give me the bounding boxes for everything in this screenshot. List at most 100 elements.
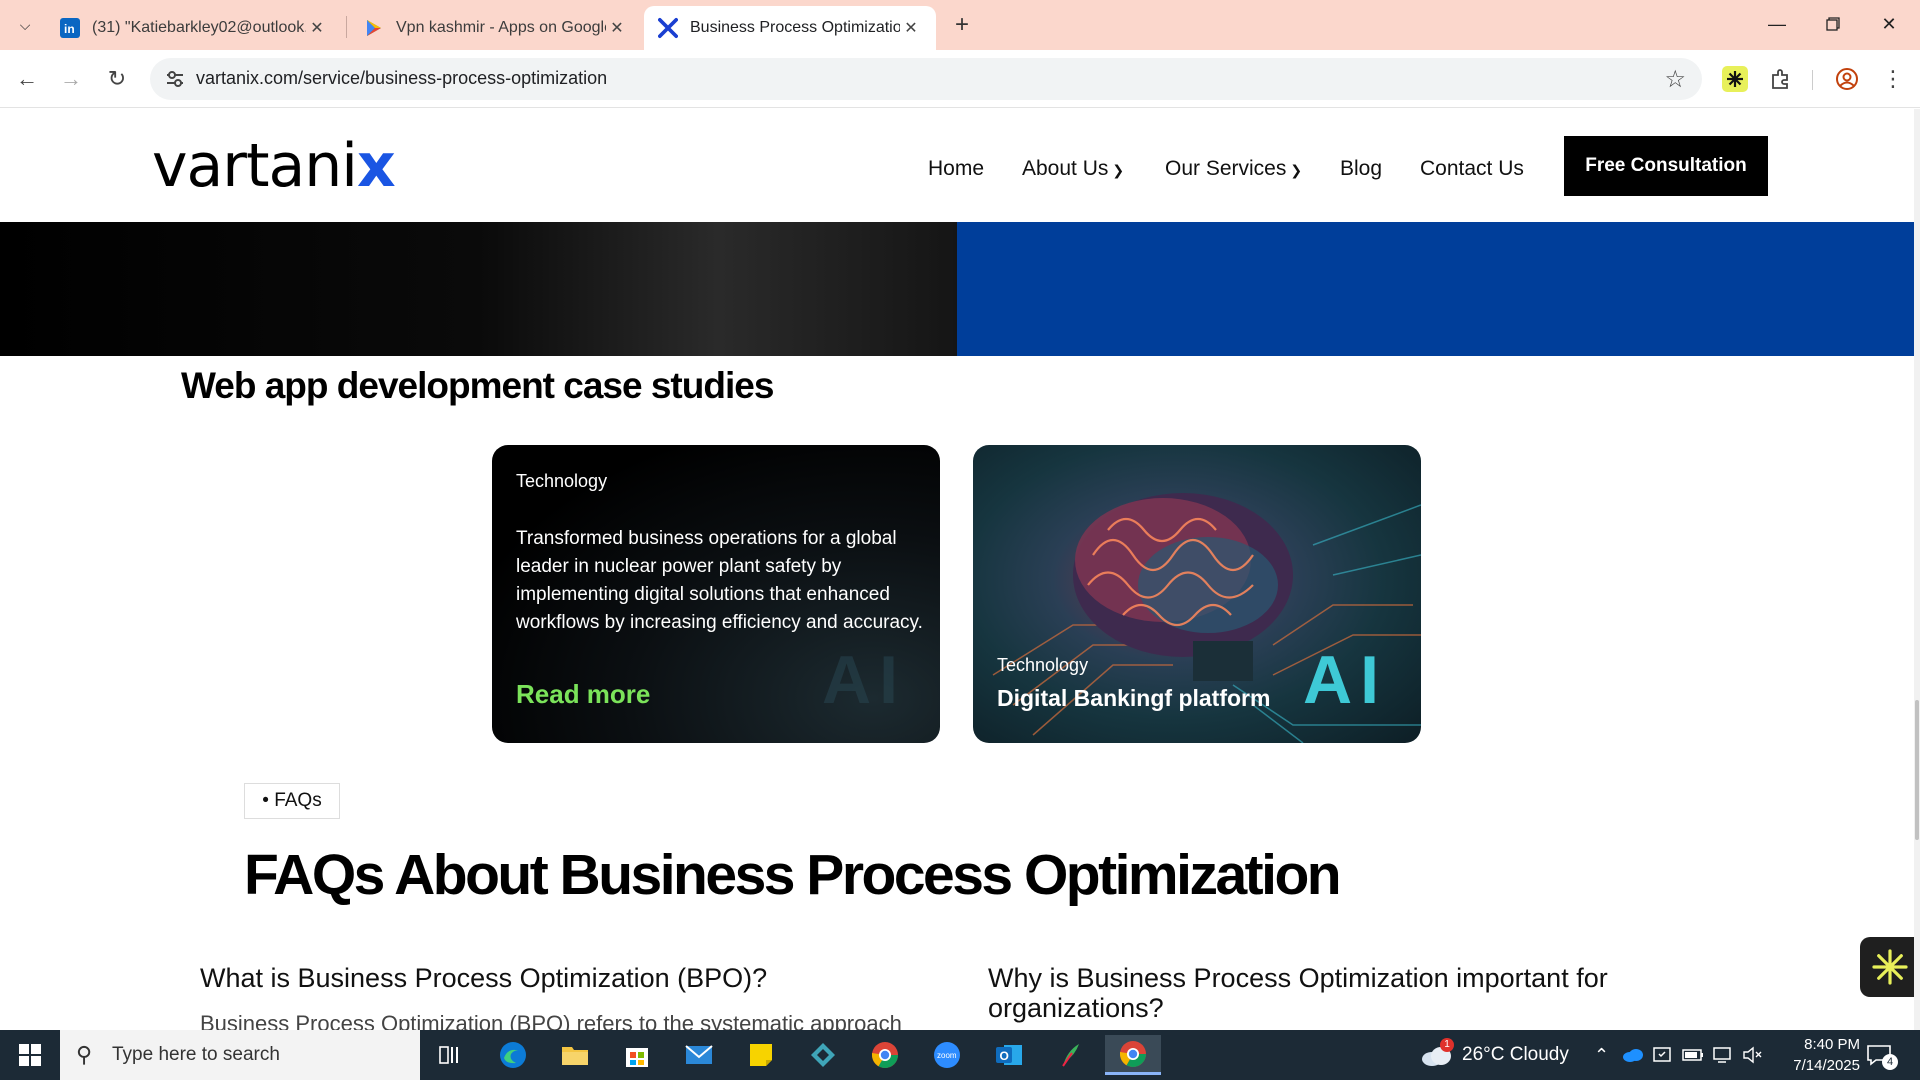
task-view-button[interactable] — [422, 1035, 478, 1075]
close-icon[interactable]: ✕ — [306, 18, 328, 38]
tab-linkedin[interactable]: in (31) "Katiebarkley02@outlook.c ✕ — [46, 6, 342, 50]
tab-title: Vpn kashmir - Apps on Google — [396, 19, 606, 36]
profile-avatar-icon — [1836, 68, 1858, 90]
svg-text:in: in — [64, 22, 75, 36]
read-more-link[interactable]: Read more — [516, 679, 650, 710]
site-info-icon[interactable] — [164, 68, 186, 90]
tab-title: (31) "Katiebarkley02@outlook.c — [92, 19, 306, 36]
taskbar-chrome-active[interactable] — [1105, 1035, 1161, 1075]
browser-toolbar: ← → ↻ vartanix.com/service/business-proc… — [0, 50, 1920, 108]
nav-contact-us[interactable]: Contact Us — [1420, 157, 1524, 181]
battery-icon[interactable] — [1682, 1030, 1704, 1080]
minimize-button[interactable]: — — [1754, 8, 1800, 40]
svg-text:zoom: zoom — [937, 1051, 957, 1060]
taskbar-app-feather[interactable] — [1043, 1035, 1099, 1075]
system-clock[interactable]: 8:40 PM 7/14/2025 — [1760, 1034, 1860, 1076]
case-study-card[interactable]: AI Technology Digital Bankingf platform — [973, 445, 1421, 743]
windows-taskbar: ⚲ Type here to search zoom O 1 26°C Clou… — [0, 1030, 1920, 1080]
page-scrollbar[interactable] — [1914, 109, 1920, 1030]
nav-our-services[interactable]: Our Services ❯ — [1165, 157, 1302, 181]
nav-about-us[interactable]: About Us ❯ — [1022, 157, 1124, 181]
search-icon: ⚲ — [76, 1042, 93, 1067]
restore-icon — [1826, 17, 1840, 31]
scrollbar-thumb[interactable] — [1915, 700, 1919, 840]
folder-icon — [562, 1047, 588, 1065]
menu-button[interactable]: ⋮ — [1878, 64, 1908, 94]
faq-question[interactable]: What is Business Process Optimization (B… — [200, 963, 767, 993]
restore-button[interactable] — [1810, 8, 1856, 40]
free-consultation-button[interactable]: Free Consultation — [1564, 136, 1768, 196]
taskbar-app-diamond[interactable] — [795, 1035, 851, 1075]
weather-widget[interactable]: 1 26°C Cloudy — [1420, 1030, 1569, 1080]
back-button[interactable]: ← — [12, 64, 42, 94]
chevron-down-icon: ❯ — [1290, 162, 1303, 178]
nav-blog[interactable]: Blog — [1340, 157, 1382, 181]
tab-business-process-optimization[interactable]: Business Process Optimization ✕ — [644, 6, 936, 50]
new-tab-button[interactable]: + — [948, 12, 976, 40]
card-category: Technology — [997, 655, 1089, 675]
vartanix-icon — [658, 18, 678, 38]
vartanix-logo[interactable]: vartanix — [152, 131, 396, 201]
profile-button[interactable] — [1832, 64, 1862, 94]
close-window-button[interactable]: ✕ — [1866, 8, 1912, 40]
nav-services-label: Our Services — [1165, 157, 1287, 180]
tab-search-button[interactable]: ⌵ — [10, 12, 40, 38]
notification-center-button[interactable]: 4 — [1866, 1030, 1898, 1080]
nav-home[interactable]: Home — [928, 157, 984, 181]
card-description: Transformed business operations for a gl… — [516, 528, 923, 633]
taskbar-outlook[interactable]: O — [981, 1035, 1037, 1075]
google-play-icon — [364, 18, 384, 38]
sticky-notes-icon — [750, 1044, 772, 1066]
card-category: Technology — [516, 471, 608, 491]
taskbar-zoom[interactable]: zoom — [919, 1035, 975, 1075]
faq-heading: FAQs About Business Process Optimization — [244, 843, 1342, 907]
faq-badge: • FAQs — [244, 783, 340, 819]
taskbar-edge[interactable] — [485, 1035, 541, 1075]
volume-muted-icon[interactable] — [1742, 1030, 1762, 1080]
mail-icon — [685, 1045, 713, 1064]
weather-text: 26°C Cloudy — [1462, 1044, 1569, 1065]
faq-question[interactable]: Why is Business Process Optimization imp… — [988, 963, 1708, 1023]
close-icon[interactable]: ✕ — [606, 18, 628, 38]
taskbar-file-explorer[interactable] — [547, 1035, 603, 1075]
case-study-card[interactable]: AI Technology Transformed business opera… — [492, 445, 940, 743]
case-studies-heading: Web app development case studies — [181, 365, 774, 406]
tab-google-play[interactable]: Vpn kashmir - Apps on Google ✕ — [350, 6, 642, 50]
clock-date: 7/14/2025 — [1793, 1057, 1860, 1074]
web-page: vartanix Home About Us ❯ Our Services ❯ Bl… — [0, 109, 1920, 1030]
search-placeholder: Type here to search — [112, 1044, 280, 1065]
onedrive-icon[interactable] — [1622, 1030, 1644, 1080]
faq-answer: Business Process Optimization (BPO) refe… — [200, 1011, 902, 1030]
chrome-icon — [1120, 1040, 1146, 1067]
notification-badge: 4 — [1882, 1054, 1898, 1070]
floating-assistant-button[interactable] — [1860, 937, 1920, 997]
asterisk-icon — [1872, 949, 1908, 985]
taskbar-sticky-notes[interactable] — [733, 1035, 789, 1075]
extensions-button[interactable] — [1766, 64, 1796, 94]
address-bar[interactable]: vartanix.com/service/business-process-op… — [150, 58, 1702, 100]
store-icon — [626, 1048, 648, 1067]
extension-perplexity-button[interactable] — [1720, 64, 1750, 94]
svg-text:O: O — [1000, 1049, 1009, 1063]
bookmark-star-icon[interactable]: ☆ — [1664, 65, 1686, 94]
forward-button[interactable]: → — [56, 64, 86, 94]
tab-separator — [346, 16, 347, 38]
taskbar-store[interactable] — [609, 1035, 665, 1075]
taskbar-search[interactable]: ⚲ Type here to search — [60, 1030, 420, 1080]
url-text: vartanix.com/service/business-process-op… — [196, 68, 608, 88]
edge-icon — [500, 1042, 526, 1068]
taskbar-mail[interactable] — [671, 1035, 727, 1075]
hero-image — [0, 222, 957, 356]
show-hidden-icons[interactable]: ⌃ — [1594, 1030, 1609, 1080]
zoom-icon: zoom — [934, 1042, 960, 1068]
reload-button[interactable]: ↻ — [102, 64, 132, 94]
diamond-app-icon — [811, 1043, 835, 1067]
network-icon[interactable] — [1712, 1030, 1734, 1080]
close-icon[interactable]: ✕ — [900, 18, 922, 38]
security-icon[interactable] — [1652, 1030, 1672, 1080]
taskbar-chrome-profile[interactable] — [857, 1035, 913, 1075]
more-vertical-icon: ⋮ — [1882, 66, 1904, 91]
start-button[interactable] — [0, 1030, 60, 1080]
puzzle-icon — [1772, 69, 1788, 89]
asterisk-extension-icon — [1722, 66, 1748, 92]
